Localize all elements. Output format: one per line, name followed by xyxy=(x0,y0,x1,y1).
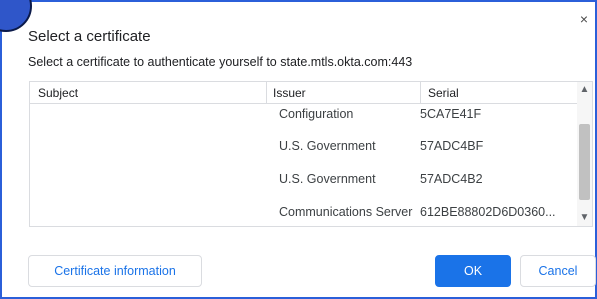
cell-issuer: U.S. Government xyxy=(279,172,376,186)
table-row[interactable]: U.S. Government 57ADC4B2 xyxy=(30,168,575,200)
column-divider[interactable] xyxy=(420,82,421,103)
table-body: Configuration 5CA7E41F U.S. Government 5… xyxy=(30,103,575,226)
table-header: Subject Issuer Serial xyxy=(30,82,592,104)
scroll-down-arrow-icon[interactable]: ▼ xyxy=(577,210,592,226)
cell-issuer: Configuration xyxy=(279,107,354,121)
cancel-button[interactable]: Cancel xyxy=(520,255,596,287)
cell-serial: 57ADC4BF xyxy=(420,139,484,153)
scroll-up-arrow-icon[interactable]: ▲ xyxy=(577,82,592,98)
cell-issuer: U.S. Government xyxy=(279,139,376,153)
dialog-subtitle: Select a certificate to authenticate you… xyxy=(28,55,413,69)
column-header-serial[interactable]: Serial xyxy=(428,86,459,100)
column-header-issuer[interactable]: Issuer xyxy=(273,86,306,100)
table-row[interactable]: Configuration 5CA7E41F xyxy=(30,103,575,135)
cell-serial: 612BE88802D6D0360... xyxy=(420,205,556,219)
certificate-dialog: × Select a certificate Select a certific… xyxy=(0,0,597,299)
close-icon[interactable]: × xyxy=(577,12,591,26)
cell-issuer: Communications Server xyxy=(279,205,413,219)
table-scrollbar[interactable]: ▲ ▼ xyxy=(577,82,592,226)
table-row[interactable]: U.S. Government 57ADC4BF xyxy=(30,135,575,167)
cell-serial: 57ADC4B2 xyxy=(420,172,483,186)
certificate-information-button[interactable]: Certificate information xyxy=(28,255,202,287)
column-header-subject[interactable]: Subject xyxy=(38,86,78,100)
certificate-table: Subject Issuer Serial Configuration 5CA7… xyxy=(29,81,593,227)
column-divider[interactable] xyxy=(266,82,267,103)
cell-serial: 5CA7E41F xyxy=(420,107,482,121)
dialog-title: Select a certificate xyxy=(28,28,151,45)
ok-button[interactable]: OK xyxy=(435,255,511,287)
scrollbar-thumb[interactable] xyxy=(579,124,590,200)
table-row[interactable]: Communications Server 612BE88802D6D0360.… xyxy=(30,201,575,226)
